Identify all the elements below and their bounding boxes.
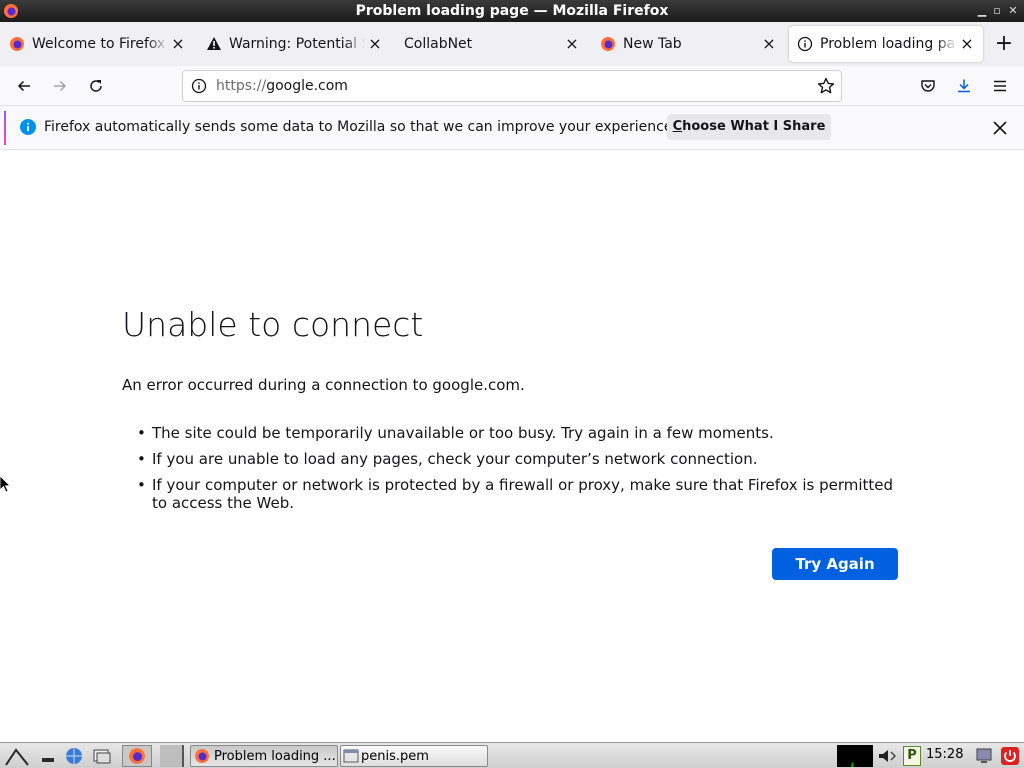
notification-message: Firefox automatically sends some data to…	[44, 119, 677, 135]
choose-what-i-share-button[interactable]: Choose What I Share	[667, 114, 831, 140]
tab-new-tab[interactable]: New Tab ×	[591, 22, 785, 66]
warning-icon	[207, 37, 221, 50]
clock: 15:28	[926, 747, 964, 762]
forward-button[interactable]	[48, 74, 72, 98]
error-suggestions: The site could be temporarily unavailabl…	[137, 424, 902, 520]
reload-button[interactable]	[84, 74, 108, 98]
tab-title: New Tab	[623, 36, 682, 52]
minimize-icon[interactable]: ▁	[975, 4, 989, 18]
power-icon[interactable]	[1000, 746, 1020, 766]
download-icon	[958, 79, 970, 93]
hamburger-menu-icon	[994, 80, 1006, 92]
suggestion-item: If your computer or network is protected…	[137, 476, 902, 512]
web-browser-launcher-icon[interactable]	[64, 746, 84, 766]
start-menu-icon[interactable]	[4, 746, 30, 766]
url-host: google.com	[266, 78, 348, 94]
app-menu-button[interactable]	[988, 74, 1012, 98]
tab-title: Welcome to Firefox	[32, 36, 166, 52]
firefox-logo-icon	[195, 749, 209, 763]
info-icon	[20, 119, 36, 135]
volume-icon[interactable]	[876, 746, 900, 766]
access-key: C	[672, 119, 683, 134]
firefox-launcher[interactable]	[122, 745, 152, 767]
try-again-button[interactable]: Try Again	[772, 548, 898, 580]
lock-screen-icon[interactable]	[974, 746, 994, 766]
close-window-icon[interactable]: ✕	[1006, 4, 1020, 18]
suggestion-item: If you are unable to load any pages, che…	[137, 450, 902, 468]
data-reporting-notification: Firefox automatically sends some data to…	[0, 106, 1024, 150]
reload-icon	[90, 80, 102, 92]
downloads-button[interactable]	[952, 74, 976, 98]
error-description: An error occurred during a connection to…	[122, 376, 525, 394]
tab-strip: Welcome to Firefox × Warning: Potential …	[0, 22, 1024, 66]
close-notification-icon[interactable]	[991, 119, 1009, 137]
file-manager-launcher-icon[interactable]	[92, 746, 112, 766]
cpu-graph-icon	[851, 761, 854, 767]
tab-welcome-to-firefox[interactable]: Welcome to Firefox ×	[0, 22, 194, 66]
window-icon	[343, 749, 359, 763]
back-button[interactable]	[12, 74, 36, 98]
back-arrow-icon	[17, 80, 30, 92]
button-label: hoose What I Share	[682, 119, 826, 134]
maximize-icon[interactable]: ▫	[990, 4, 1004, 18]
tab-problem-loading-page[interactable]: Problem loading page ×	[789, 26, 983, 62]
tab-collabnet[interactable]: CollabNet ×	[394, 22, 588, 66]
close-tab-icon[interactable]: ×	[562, 34, 582, 54]
task-label: penis.pem	[361, 748, 429, 764]
pocket-button[interactable]	[916, 74, 940, 98]
window-titlebar: Problem loading page — Mozilla Firefox ▁…	[0, 0, 1024, 22]
cpu-monitor	[837, 745, 873, 767]
taskbar-task-pem[interactable]: penis.pem	[340, 745, 488, 767]
workspace-switcher[interactable]	[160, 745, 184, 767]
error-title: Unable to connect	[122, 305, 424, 344]
new-tab-plus-icon[interactable]: +	[992, 33, 1016, 55]
firefox-logo-icon	[10, 37, 24, 51]
url-bar[interactable]: https://google.com	[182, 70, 842, 102]
url-scheme: https://	[216, 78, 267, 94]
bookmark-star-icon[interactable]	[817, 77, 835, 95]
tab-title: Warning: Potential Security Risk Ahead	[229, 36, 365, 52]
task-label: Problem loading ...	[214, 748, 336, 764]
close-tab-icon[interactable]: ×	[957, 34, 977, 54]
taskbar-task-firefox[interactable]: Problem loading ...	[190, 745, 338, 767]
taskbar: Problem loading ... penis.pem P 15:28	[0, 742, 1024, 768]
tab-title: Problem loading page	[820, 36, 957, 52]
tab-security-warning[interactable]: Warning: Potential Security Risk Ahead ×	[197, 22, 391, 66]
navigation-toolbar: https://google.com	[0, 66, 1024, 106]
firefox-logo-icon	[129, 748, 145, 764]
close-tab-icon[interactable]: ×	[759, 34, 779, 54]
pocket-icon	[921, 80, 935, 92]
url-text[interactable]: https://google.com	[216, 71, 348, 101]
tab-title: CollabNet	[404, 36, 473, 52]
tray-app-icon[interactable]: P	[903, 746, 921, 766]
close-tab-icon[interactable]: ×	[365, 34, 385, 54]
firefox-logo-icon	[4, 4, 18, 18]
info-icon	[797, 36, 813, 52]
show-desktop-icon[interactable]	[38, 746, 58, 766]
site-info-icon[interactable]	[191, 78, 207, 94]
notification-accent	[4, 111, 6, 145]
mouse-pointer-icon	[0, 476, 11, 493]
firefox-logo-icon	[601, 37, 615, 51]
suggestion-item: The site could be temporarily unavailabl…	[137, 424, 902, 442]
close-tab-icon[interactable]: ×	[168, 34, 188, 54]
window-title: Problem loading page — Mozilla Firefox	[355, 3, 669, 19]
forward-arrow-icon	[54, 80, 67, 92]
